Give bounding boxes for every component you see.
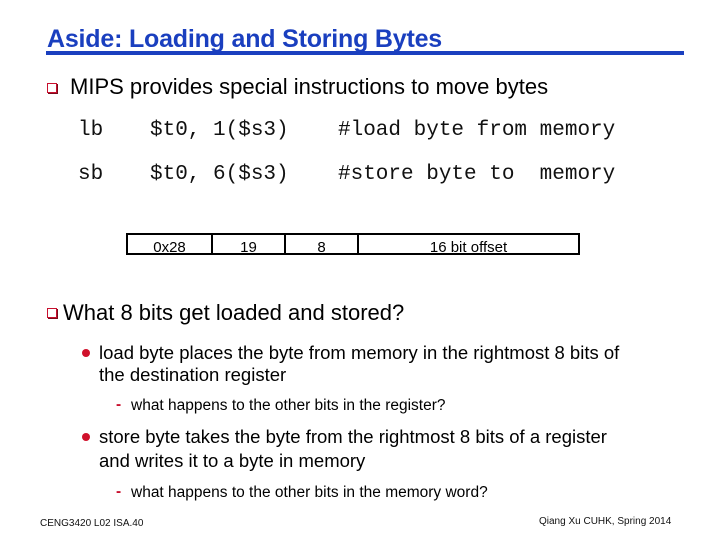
- rs-field: 19: [213, 235, 286, 256]
- red-dot-bullet-icon: [82, 433, 90, 441]
- code-operands: $t0, 1($s3): [150, 119, 289, 142]
- code-comment: #store byte to memory: [338, 163, 616, 186]
- title-underline: [46, 51, 684, 55]
- rt-field: 8: [286, 235, 359, 256]
- sub-bullet-text: store byte takes the byte from the right…: [99, 426, 607, 447]
- red-dot-bullet-icon: [82, 349, 90, 357]
- sub-bullet-text-cont: the destination register: [99, 364, 287, 385]
- code-opcode: lb: [78, 119, 104, 142]
- question-text: what happens to the other bits in the re…: [131, 397, 446, 414]
- hollow-square-bullet-icon: [47, 83, 57, 93]
- offset-field: 16 bit offset: [429, 238, 508, 256]
- footer-course-id: CENG3420 L02 ISA.40: [40, 518, 144, 529]
- bullet-text: What 8 bits get loaded and stored?: [63, 300, 405, 325]
- bullet-text: MIPS provides special instructions to mo…: [70, 74, 549, 99]
- code-operands: $t0, 6($s3): [150, 163, 289, 186]
- opcode-field: 0x28: [128, 235, 213, 256]
- slide-title: Aside: Loading and Storing Bytes: [47, 25, 443, 53]
- dash-bullet-icon: -: [116, 483, 122, 500]
- code-opcode: sb: [78, 163, 104, 186]
- sub-bullet-text: load byte places the byte from memory in…: [99, 342, 620, 363]
- footer-author: Qiang Xu CUHK, Spring 2014: [539, 516, 672, 527]
- hollow-square-bullet-icon: [47, 308, 57, 318]
- dash-bullet-icon: -: [116, 396, 122, 413]
- code-comment: #load byte from memory: [338, 119, 616, 142]
- sub-bullet-text-cont: and writes it to a byte in memory: [99, 450, 366, 471]
- instruction-format-table: 0x28 19 8 16 bit offset: [126, 233, 580, 256]
- question-text: what happens to the other bits in the me…: [131, 484, 488, 501]
